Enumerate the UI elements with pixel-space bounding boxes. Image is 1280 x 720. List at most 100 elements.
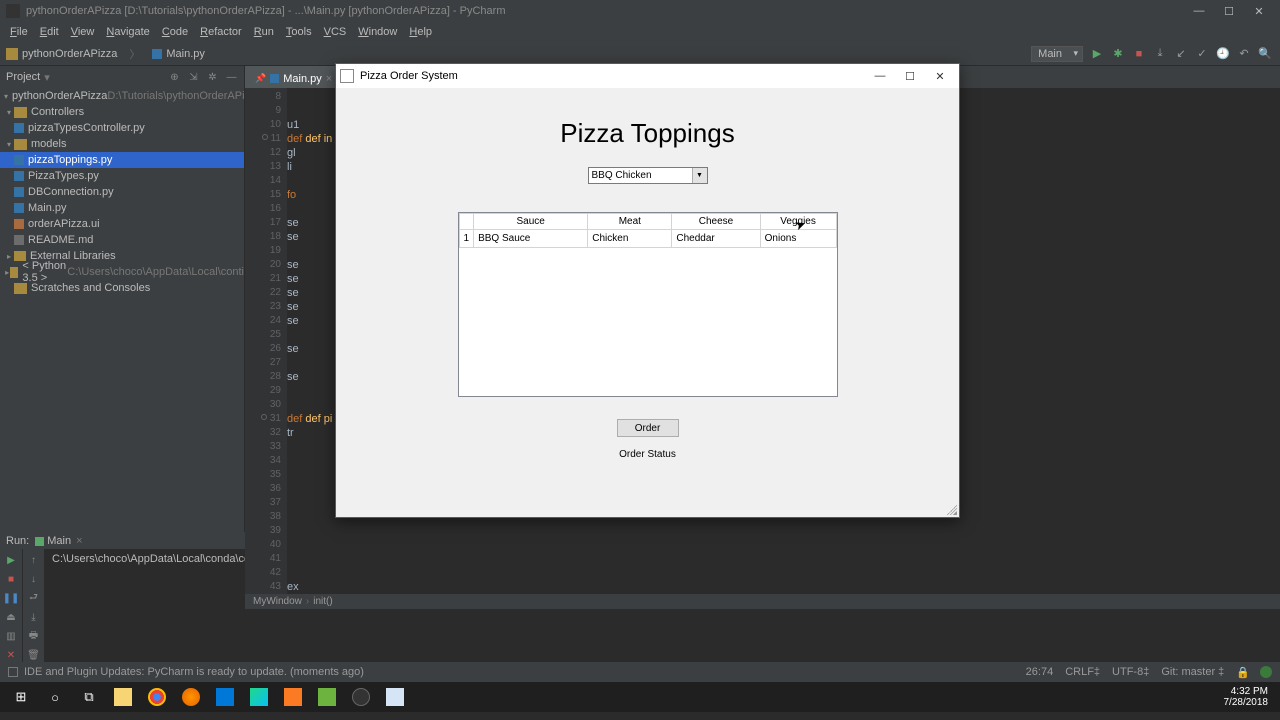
print-icon[interactable]: 🖶 <box>27 629 41 643</box>
project-tree[interactable]: ▾pythonOrderAPizza D:\Tutorials\pythonOr… <box>0 88 244 296</box>
pause-icon[interactable]: ❚❚ <box>4 591 18 605</box>
pizza-type-combobox[interactable]: BBQ Chicken ▼ <box>588 167 708 184</box>
menu-bar: FileEditViewNavigateCodeRefactorRunTools… <box>0 22 1280 42</box>
menu-run[interactable]: Run <box>248 24 280 40</box>
popup-close-button[interactable]: ✕ <box>925 65 955 87</box>
breadcrumb-file[interactable]: Main.py <box>146 48 211 60</box>
run-configuration-dropdown[interactable]: Main <box>1031 46 1083 62</box>
debug-button[interactable]: ✱ <box>1111 47 1125 61</box>
editor-tab[interactable]: 📌Main.py × <box>245 66 343 88</box>
stop-button[interactable]: ■ <box>1132 47 1146 61</box>
tree-node[interactable]: ▾pythonOrderAPizza D:\Tutorials\pythonOr… <box>0 88 244 104</box>
tree-node[interactable]: Scratches and Consoles <box>0 280 244 296</box>
vcs-revert-button[interactable]: ↶ <box>1237 47 1251 61</box>
minimize-button[interactable]: — <box>1184 0 1214 22</box>
status-indicator-icon <box>1260 666 1272 678</box>
xampp-icon[interactable] <box>276 684 310 710</box>
file-encoding[interactable]: UTF-8‡ <box>1112 666 1149 678</box>
vcs-commit-button[interactable]: ✓ <box>1195 47 1209 61</box>
menu-code[interactable]: Code <box>156 24 194 40</box>
tree-node[interactable]: pizzaTypesController.py <box>0 120 244 136</box>
file-explorer-icon[interactable] <box>106 684 140 710</box>
vscode-icon[interactable] <box>208 684 242 710</box>
run-button[interactable]: ▶ <box>1090 47 1104 61</box>
stop-run-icon[interactable]: ■ <box>4 572 18 586</box>
tree-node[interactable]: PizzaTypes.py <box>0 168 244 184</box>
pycharm-icon[interactable] <box>242 684 276 710</box>
python-file-icon <box>152 49 162 59</box>
tree-node[interactable]: DBConnection.py <box>0 184 244 200</box>
up-stack-icon[interactable]: ↑ <box>27 553 41 567</box>
app-icon <box>6 4 20 18</box>
run-left-toolbar2: ↑ ↓ ⮐ ⤓ 🖶 🗑 <box>22 549 44 662</box>
task-view-button[interactable]: ⧉ <box>72 684 106 710</box>
table-header-row: Sauce Meat Cheese Veggies <box>459 214 836 230</box>
table-row[interactable]: 1 BBQ Sauce Chicken Cheddar Onions <box>459 230 836 248</box>
menu-tools[interactable]: Tools <box>280 24 318 40</box>
toppings-table[interactable]: Sauce Meat Cheese Veggies 1 BBQ Sauce Ch… <box>458 212 838 397</box>
search-everywhere-button[interactable]: 🔍 <box>1258 47 1272 61</box>
scroll-from-source-icon[interactable]: ⊕ <box>168 71 181 84</box>
status-bar: IDE and Plugin Updates: PyCharm is ready… <box>0 662 1280 682</box>
clear-icon[interactable]: 🗑 <box>27 648 41 662</box>
cursor-position[interactable]: 26:74 <box>1026 666 1054 678</box>
attach-button[interactable]: ⤓ <box>1153 47 1167 61</box>
popup-maximize-button[interactable]: ☐ <box>895 65 925 87</box>
tree-node[interactable]: ▾Controllers <box>0 104 244 120</box>
close-run-icon[interactable]: ✕ <box>4 648 18 662</box>
collapse-all-icon[interactable]: ⇲ <box>187 71 200 84</box>
vcs-history-button[interactable]: 🕘 <box>1216 47 1230 61</box>
folder-icon <box>6 48 18 60</box>
menu-navigate[interactable]: Navigate <box>100 24 155 40</box>
tree-node[interactable]: orderAPizza.ui <box>0 216 244 232</box>
menu-edit[interactable]: Edit <box>34 24 65 40</box>
soft-wrap-icon[interactable]: ⮐ <box>27 591 41 605</box>
menu-window[interactable]: Window <box>352 24 403 40</box>
project-tool-window: Project ▾ ⊕ ⇲ ✲ — ▾pythonOrderAPizza D:\… <box>0 66 245 532</box>
tree-node[interactable]: Main.py <box>0 200 244 216</box>
scroll-end-icon[interactable]: ⤓ <box>27 610 41 624</box>
cortana-button[interactable]: ○ <box>38 684 72 710</box>
vcs-update-button[interactable]: ↙ <box>1174 47 1188 61</box>
menu-vcs[interactable]: VCS <box>318 24 353 40</box>
app5-icon[interactable] <box>310 684 344 710</box>
popup-titlebar: Pizza Order System — ☐ ✕ <box>336 64 959 88</box>
structure-breadcrumb: MyWindow›init() <box>245 594 1280 609</box>
tree-node[interactable]: ▾models <box>0 136 244 152</box>
app6-icon[interactable] <box>344 684 378 710</box>
project-tool-title: Project <box>6 71 40 83</box>
resize-grip-icon[interactable] <box>947 505 957 515</box>
tree-node[interactable]: ▸< Python 3.5 > C:\Users\choco\AppData\L… <box>0 264 244 280</box>
app7-icon[interactable] <box>378 684 412 710</box>
readonly-lock-icon[interactable]: 🔒 <box>1236 666 1250 679</box>
editor-gutter: 8910111213141516171819202122232425262728… <box>245 88 287 594</box>
start-button[interactable]: ⊞ <box>4 684 38 710</box>
tree-node[interactable]: pizzaToppings.py <box>0 152 244 168</box>
system-tray[interactable]: 4:32 PM 7/28/2018 <box>1216 686 1277 708</box>
order-status-label: Order Status <box>336 449 959 460</box>
line-separator[interactable]: CRLF‡ <box>1065 666 1100 678</box>
order-button[interactable]: Order <box>617 419 679 437</box>
layout-icon[interactable]: ▥ <box>4 629 18 643</box>
settings-icon[interactable]: ✲ <box>206 71 219 84</box>
popup-minimize-button[interactable]: — <box>865 65 895 87</box>
maximize-button[interactable]: ☐ <box>1214 0 1244 22</box>
menu-file[interactable]: File <box>4 24 34 40</box>
menu-refactor[interactable]: Refactor <box>194 24 248 40</box>
info-icon[interactable] <box>8 667 18 677</box>
dropdown-arrow-icon: ▼ <box>692 168 707 183</box>
breadcrumb-project[interactable]: pythonOrderAPizza <box>0 48 123 60</box>
down-stack-icon[interactable]: ↓ <box>27 572 41 586</box>
firefox-icon[interactable] <box>174 684 208 710</box>
status-message[interactable]: IDE and Plugin Updates: PyCharm is ready… <box>24 666 364 678</box>
chrome-icon[interactable] <box>140 684 174 710</box>
exit-icon[interactable]: ⏏ <box>4 610 18 624</box>
menu-view[interactable]: View <box>65 24 101 40</box>
menu-help[interactable]: Help <box>403 24 438 40</box>
run-tab[interactable]: Main <box>47 535 71 547</box>
git-branch[interactable]: Git: master ‡ <box>1161 666 1224 678</box>
hide-icon[interactable]: — <box>225 71 238 84</box>
close-button[interactable]: ✕ <box>1244 0 1274 22</box>
rerun-icon[interactable]: ▶ <box>4 553 18 567</box>
tree-node[interactable]: README.md <box>0 232 244 248</box>
